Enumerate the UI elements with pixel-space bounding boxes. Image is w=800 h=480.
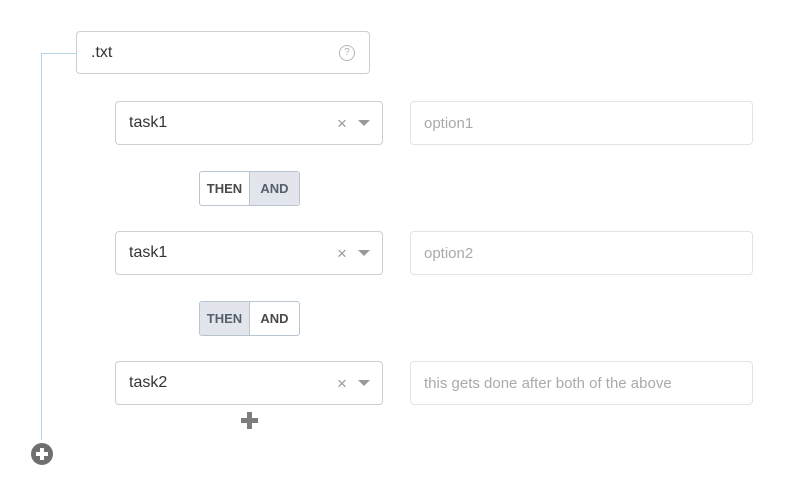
option-input-2[interactable]	[410, 231, 753, 275]
tree-connector-vertical	[41, 53, 42, 440]
option-input-1[interactable]	[410, 101, 753, 145]
close-icon[interactable]: ×	[335, 115, 349, 132]
task-select-value: task1	[129, 244, 168, 261]
then-button[interactable]: THEN	[200, 172, 249, 205]
task-select-1[interactable]: task1 ×	[115, 101, 383, 145]
close-icon[interactable]: ×	[335, 245, 349, 262]
close-icon[interactable]: ×	[335, 375, 349, 392]
plus-icon[interactable]	[241, 412, 258, 429]
task-select-2[interactable]: task1 ×	[115, 231, 383, 275]
workflow-builder: .txt ? task1 × THEN AND task1 × THEN AND…	[0, 0, 800, 480]
caret-down-icon[interactable]	[358, 120, 370, 126]
task-select-3[interactable]: task2 ×	[115, 361, 383, 405]
root-filename-field[interactable]: .txt ?	[76, 31, 370, 74]
question-circle-icon[interactable]: ?	[339, 44, 355, 61]
caret-down-icon[interactable]	[358, 250, 370, 256]
tree-connector-horizontal	[41, 53, 77, 54]
caret-down-icon[interactable]	[358, 380, 370, 386]
task-select-value: task2	[129, 374, 168, 391]
task-select-value: task1	[129, 114, 168, 131]
plus-circle-icon[interactable]	[31, 443, 53, 465]
and-button[interactable]: AND	[249, 172, 299, 205]
root-filename-value: .txt	[91, 43, 113, 61]
and-button[interactable]: AND	[249, 302, 299, 335]
connector-toggle-2: THEN AND	[199, 301, 300, 336]
option-input-3[interactable]	[410, 361, 753, 405]
connector-toggle-1: THEN AND	[199, 171, 300, 206]
then-button[interactable]: THEN	[200, 302, 249, 335]
